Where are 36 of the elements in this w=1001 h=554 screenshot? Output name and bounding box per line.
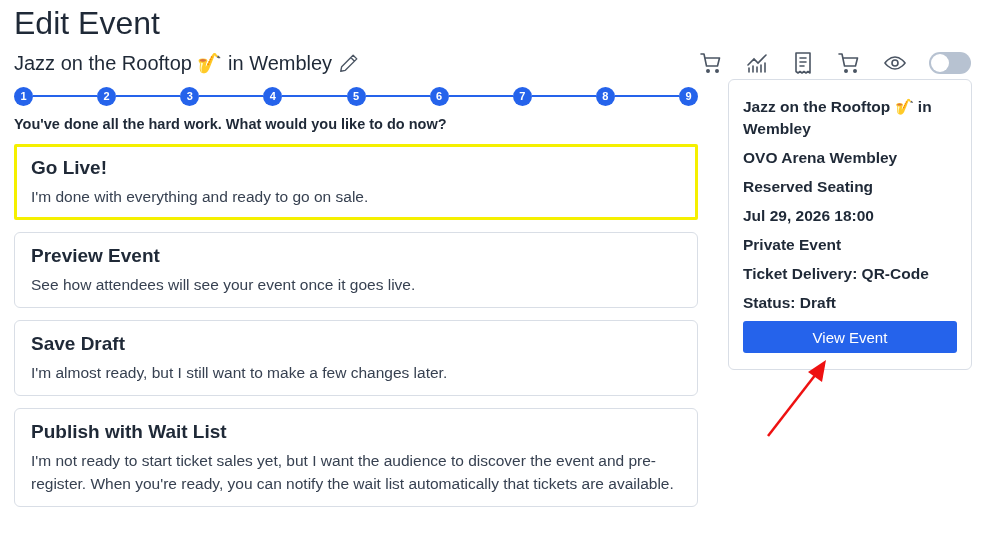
summary-line: Jazz on the Rooftop 🎷 in Wembley — [743, 97, 933, 139]
chart-icon[interactable] — [745, 51, 769, 75]
option-description: I'm not ready to start ticket sales yet, but I want the audience to discover the event and pre-register. When you're ready, you can notify the wait list automatically that tickets are available. — [31, 451, 675, 494]
page-title: Edit Event — [14, 4, 161, 43]
option-description: See how attendees will see your event once it goes live. — [31, 275, 417, 295]
step-circle[interactable]: 1 — [14, 86, 33, 106]
step-circle[interactable]: 5 — [346, 86, 366, 106]
option-title: Preview Event — [31, 245, 161, 267]
summary-line: Status: Draft — [743, 293, 837, 313]
event-title: Jazz on the Rooftop 🎷 in Wembley — [14, 51, 333, 75]
cart-icon[interactable] — [837, 51, 861, 75]
toggle-switch[interactable] — [929, 52, 971, 74]
view-event-button[interactable]: View Event — [743, 321, 957, 353]
option-description: I'm almost ready, but I still want to make a few changes later. — [31, 363, 449, 383]
step-circle[interactable]: 8 — [595, 86, 615, 106]
step-circle[interactable]: 9 — [679, 86, 698, 106]
prompt-text: You've done all the hard work. What would you like to do now? — [14, 116, 448, 132]
step-circle[interactable]: 2 — [97, 86, 117, 106]
option-card[interactable]: Save Draft I'm almost ready, but I still want to make a few changes later. — [14, 320, 698, 396]
summary-line: Reserved Seating — [743, 177, 875, 197]
step-circle[interactable]: 7 — [512, 86, 532, 106]
option-title: Go Live! — [31, 157, 108, 179]
summary-line: Jul 29, 2026 18:00 — [743, 206, 875, 226]
option-card[interactable] — [14, 408, 698, 507]
cart-icon[interactable] — [699, 51, 723, 75]
option-title: Publish with Wait List — [31, 421, 228, 443]
option-title: Save Draft — [31, 333, 126, 355]
option-card[interactable]: Go Live! I'm done with everything and ready to go on sale. — [14, 144, 698, 220]
step-circle[interactable]: 4 — [263, 86, 283, 106]
summary-line: Ticket Delivery: QR-Code — [743, 264, 930, 284]
summary-line: Private Event — [743, 235, 843, 255]
step-circle[interactable]: 3 — [180, 86, 200, 106]
step-circle[interactable]: 6 — [429, 86, 449, 106]
summary-line: OVO Arena Wembley — [743, 148, 899, 168]
option-card[interactable]: Preview Event See how attendees will see your event once it goes live. — [14, 232, 698, 308]
option-description: I'm done with everything and ready to go on sale. — [31, 187, 370, 207]
